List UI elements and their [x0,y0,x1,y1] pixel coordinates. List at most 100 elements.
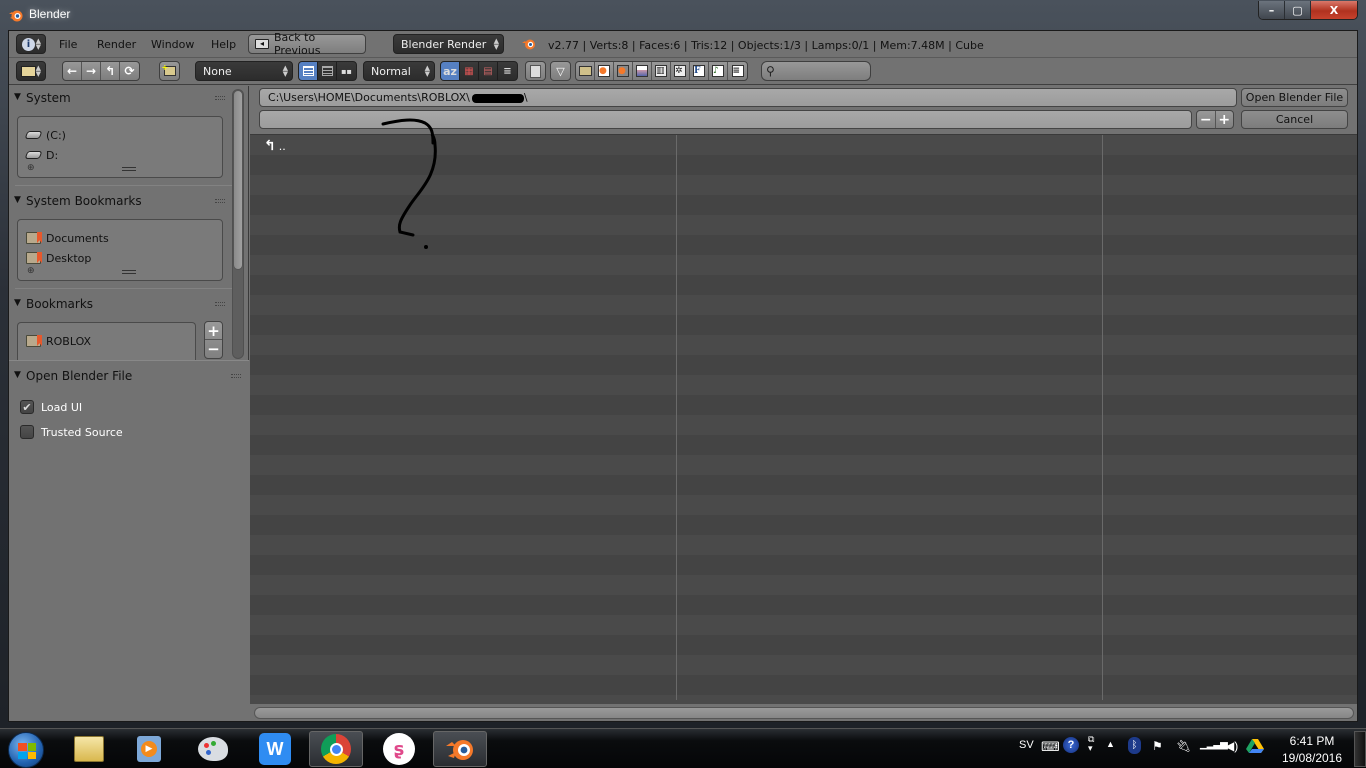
render-engine-select[interactable]: Blender Render ▲ ▼ [393,34,504,54]
system-bookmark-documents[interactable]: Documents [26,230,109,246]
refresh-icon[interactable]: ⟳ [120,62,139,80]
hidden-files-toggle[interactable] [525,61,546,81]
system-item-label: D: [46,148,59,162]
menu-help[interactable]: Help [211,38,236,51]
filename-input[interactable] [259,110,1192,129]
close-button[interactable]: X [1311,1,1357,19]
thumbnails-icon[interactable]: ▪▪ [337,62,356,80]
text-filter-icon[interactable]: ≡ [728,62,747,80]
window-switch-icon[interactable]: ⧉ ▾ [1088,735,1094,753]
system-bookmark-desktop[interactable]: Desktop [26,250,91,266]
info-icon: i [22,37,35,51]
system-item-d[interactable]: D: [24,147,59,163]
cancel-button[interactable]: Cancel [1241,110,1348,129]
long-list-icon[interactable] [318,62,337,80]
drag-grip-icon[interactable] [215,302,225,306]
display-size-select[interactable]: Normal ▲ ▼ [363,61,435,81]
panel-system-bookmarks-header[interactable]: ▼ System Bookmarks [9,192,233,212]
sound-filter-icon[interactable]: ♪ [709,62,728,80]
add-bookmark-button[interactable]: + [205,322,222,340]
minimize-button[interactable]: – [1259,1,1285,19]
open-blender-file-button[interactable]: Open Blender File [1241,88,1348,107]
panel-operator-header[interactable]: ▼ Open Blender File [9,367,249,387]
taskbar-chrome[interactable] [309,731,363,767]
new-folder-button[interactable]: + [159,61,180,81]
search-filter-input[interactable]: ⚲ [761,61,871,81]
clock-time: 6:41 PM [1289,734,1335,748]
action-center-flag-icon[interactable]: ⚑ [1152,739,1163,753]
show-desktop-button[interactable] [1354,731,1366,767]
forward-arrow-icon[interactable]: → [82,62,101,80]
expand-list-icon[interactable]: ⊕ [27,163,35,173]
bluetooth-icon[interactable]: ᛒ [1128,737,1141,754]
blend-backup-filter-icon[interactable]: ● [614,62,633,80]
list-resize-handle[interactable] [122,167,136,171]
sort-size-icon[interactable]: ≡ [498,62,517,80]
maximize-button[interactable]: ▢ [1285,1,1311,19]
image-filter-icon[interactable] [633,62,652,80]
editor-type-button[interactable]: ▲ ▼ [16,61,46,81]
language-indicator[interactable]: SV [1019,739,1034,751]
drag-grip-icon[interactable] [231,374,241,378]
expand-list-icon[interactable]: ⊕ [27,266,35,276]
movie-filter-icon[interactable]: ▥ [652,62,671,80]
file-list-horizontal-scrollbar[interactable] [254,707,1354,719]
parent-dir-icon: ↰ [264,138,276,154]
decrement-filename-button[interactable]: − [1197,111,1216,128]
parent-dir-icon[interactable]: ↰ [101,62,120,80]
bookmark-roblox[interactable]: ROBLOX [26,333,91,349]
menu-file[interactable]: File [59,38,77,51]
system-clock[interactable]: 6:41 PM 19/08/2016 [1272,733,1352,767]
font-filter-icon[interactable]: F [690,62,709,80]
taskbar-explorer[interactable] [62,731,116,767]
trusted-source-checkbox[interactable] [20,425,34,439]
list-resize-handle[interactable] [122,270,136,274]
start-button[interactable] [8,732,44,768]
sort-alpha-icon[interactable]: az [441,62,460,80]
back-arrow-icon[interactable]: ← [63,62,82,80]
power-plug-icon[interactable]: 🔌︎ [1176,739,1191,753]
short-list-icon[interactable] [299,62,318,80]
taskbar-media-player[interactable]: ▶ [122,731,176,767]
system-item-c[interactable]: (C:) [24,127,66,143]
menu-render[interactable]: Render [97,38,136,51]
taskbar-blender[interactable] [433,731,487,767]
volume-icon[interactable]: ◀) [1225,739,1238,753]
directory-path-input[interactable]: C:\Users\HOME\Documents\ROBLOX\ \ [259,88,1237,107]
panel-bookmarks-header[interactable]: ▼ Bookmarks [9,295,233,315]
load-ui-checkbox[interactable]: ✔ [20,400,34,414]
trusted-source-label: Trusted Source [41,426,123,439]
editor-type-button[interactable]: i ▲ ▼ [16,34,46,54]
sidebar-scrollbar-thumb[interactable] [233,90,243,270]
parent-directory-entry[interactable]: ↰ .. [264,138,286,154]
filter-toggle[interactable]: ▽ [550,61,571,81]
folder-filter-icon[interactable] [576,62,595,80]
recursion-select[interactable]: None ▲ ▼ [195,61,293,81]
paint-palette-icon [198,737,228,761]
panel-system-header[interactable]: ▼ System [9,89,233,109]
script-filter-icon[interactable]: ✲ [671,62,690,80]
taskbar-app[interactable]: ʂ [372,731,426,767]
back-to-previous-button[interactable]: ◂ Back to Previous [248,31,366,57]
help-icon[interactable]: ? [1063,737,1079,753]
sidebar-scrollbar[interactable] [232,89,244,359]
taskbar-wps[interactable]: W [248,731,302,767]
title-bar[interactable]: Blender – ▢ X [0,0,1366,30]
menu-window[interactable]: Window [151,38,194,51]
drag-grip-icon[interactable] [215,96,225,100]
network-signal-icon[interactable]: ▁▂▃▅ [1200,739,1228,750]
panel-system-bookmarks-title: System Bookmarks [26,194,142,208]
taskbar-paint[interactable] [186,731,240,767]
blend-filter-icon[interactable]: ● [595,62,614,80]
sort-time-icon[interactable]: ▤ [479,62,498,80]
panel-bookmarks-title: Bookmarks [26,297,94,311]
collapse-triangle-icon: ▼ [14,370,21,380]
file-list[interactable]: ↰ .. [250,134,1357,704]
keyboard-icon[interactable]: ⌨ [1041,739,1060,755]
drag-grip-icon[interactable] [215,199,225,203]
sort-extension-icon[interactable]: ▦ [460,62,479,80]
increment-filename-button[interactable]: + [1216,111,1234,128]
show-hidden-icons-button[interactable]: ▲ [1106,739,1115,749]
remove-bookmark-button[interactable]: − [205,340,222,358]
google-drive-icon[interactable] [1246,738,1264,754]
